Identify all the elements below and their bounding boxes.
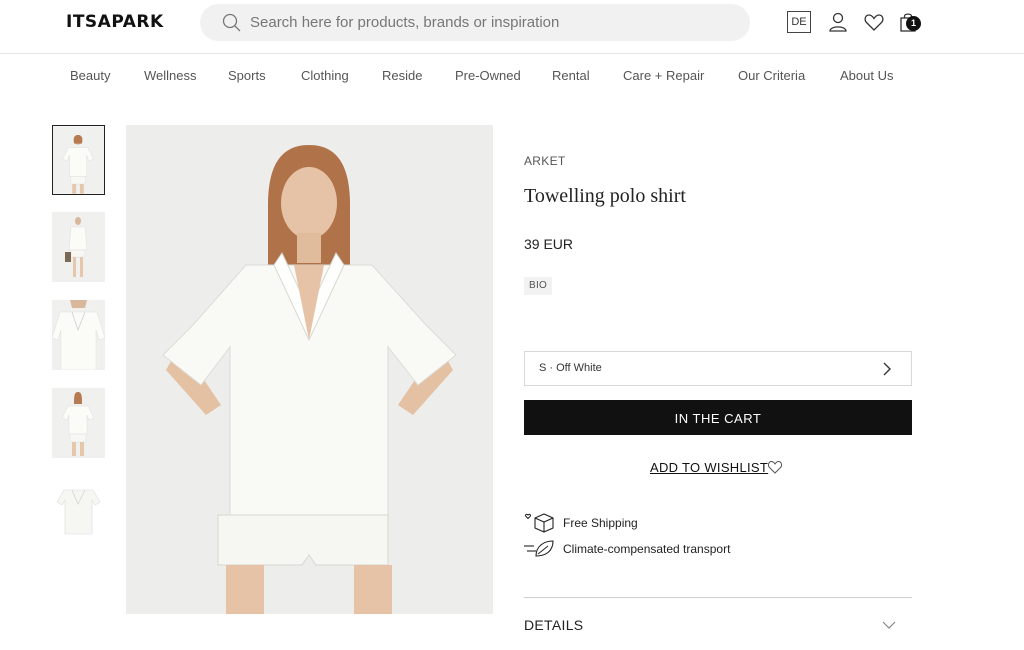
product-title: Towelling polo shirt (524, 185, 686, 207)
bio-badge: BIO (524, 277, 553, 295)
gallery-thumbnail[interactable] (52, 388, 105, 458)
search-input[interactable] (250, 4, 730, 41)
add-to-wishlist-link[interactable]: ADD TO WISHLIST (650, 460, 768, 475)
variant-label: S · Off White (539, 362, 602, 374)
feature-free-shipping: Free Shipping (563, 516, 638, 530)
nav-item-clothing[interactable]: Clothing (301, 68, 349, 83)
logo[interactable]: ITSAPARK (66, 12, 164, 32)
language-switch[interactable]: DE (787, 11, 811, 33)
header: ITSAPARK DE 1 (0, 0, 1024, 54)
nav-item-beauty[interactable]: Beauty (70, 68, 110, 83)
feature-climate-transport: Climate-compensated transport (563, 542, 731, 556)
product-price: 39 EUR (524, 236, 574, 252)
gallery-thumbnail[interactable] (52, 125, 105, 195)
account-icon[interactable] (827, 11, 849, 33)
heart-icon[interactable] (863, 11, 885, 33)
nav-item-about-us[interactable]: About Us (840, 68, 893, 83)
nav-item-our-criteria[interactable]: Our Criteria (738, 68, 805, 83)
nav-item-pre-owned[interactable]: Pre-Owned (455, 68, 521, 83)
nav-item-rental[interactable]: Rental (552, 68, 590, 83)
gallery-thumbnail[interactable] (52, 212, 105, 282)
variant-selector[interactable]: S · Off White (524, 351, 912, 386)
cart-count-badge: 1 (906, 16, 921, 31)
product-brand[interactable]: ARKET (524, 154, 566, 168)
search-icon (222, 13, 241, 32)
chevron-right-icon (883, 362, 891, 376)
details-accordion-toggle[interactable]: DETAILS (524, 617, 583, 633)
nav-item-wellness[interactable]: Wellness (144, 68, 197, 83)
gallery-thumbnail[interactable] (52, 300, 105, 370)
product-photo (126, 125, 493, 614)
nav-item-reside[interactable]: Reside (382, 68, 422, 83)
search-bar[interactable] (200, 4, 750, 41)
heart-icon[interactable] (767, 459, 783, 475)
thumbnail-image (52, 212, 105, 282)
main-nav: Beauty Wellness Sports Clothing Reside P… (0, 54, 1024, 98)
shipping-box-icon (524, 513, 554, 533)
main-product-image[interactable] (126, 125, 493, 614)
chevron-down-icon[interactable] (882, 620, 896, 630)
thumbnail-image (52, 388, 105, 458)
nav-item-sports[interactable]: Sports (228, 68, 266, 83)
nav-item-care-repair[interactable]: Care + Repair (623, 68, 704, 83)
add-to-cart-button[interactable]: IN THE CART (524, 400, 912, 435)
thumbnail-image (53, 126, 104, 194)
thumbnail-image (52, 476, 105, 546)
divider (524, 597, 912, 598)
thumbnail-image (52, 300, 105, 370)
leaf-transport-icon (524, 540, 554, 557)
gallery-thumbnail[interactable] (52, 476, 105, 546)
